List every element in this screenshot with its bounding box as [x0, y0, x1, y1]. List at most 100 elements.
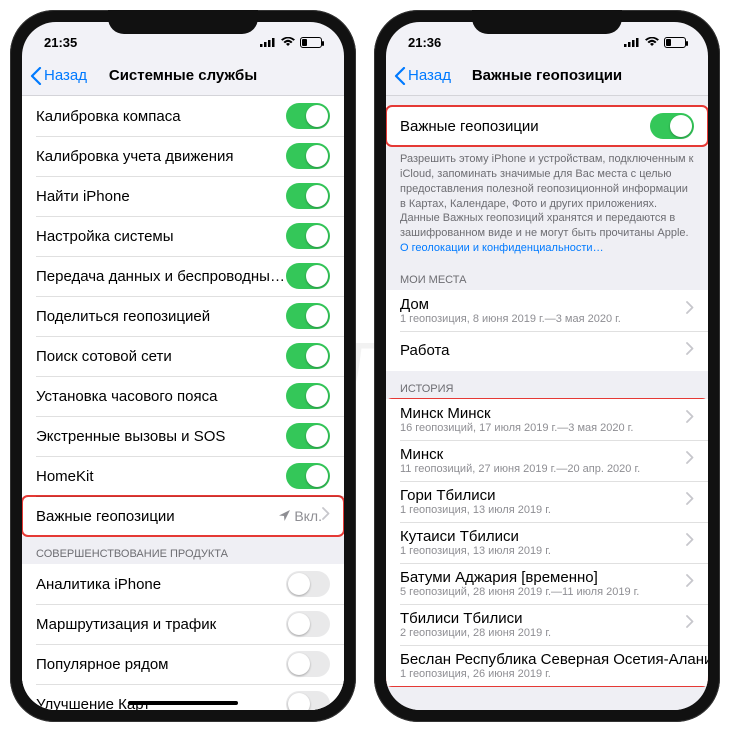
chevron-right-icon — [686, 492, 694, 510]
row-label: Найти iPhone — [36, 188, 286, 205]
battery-icon — [664, 37, 686, 48]
row-label: Экстренные вызовы и SOS — [36, 428, 286, 445]
row-subtitle: 16 геопозиций, 17 июля 2019 г.—3 мая 202… — [400, 422, 686, 434]
list-item[interactable]: Батуми Аджария [временно]5 геопозиций, 2… — [386, 563, 708, 604]
chevron-right-icon — [686, 615, 694, 633]
chevron-right-icon — [686, 301, 694, 319]
settings-row[interactable]: Калибровка компаса — [22, 96, 344, 136]
settings-row[interactable]: Найти iPhone — [22, 176, 344, 216]
toggle-switch[interactable] — [286, 303, 330, 329]
phone-left: 21:35 Назад Системные службы Калибровка … — [10, 10, 356, 722]
toggle-switch[interactable] — [286, 343, 330, 369]
toggle-switch[interactable] — [286, 103, 330, 129]
row-label: Маршрутизация и трафик — [36, 616, 286, 633]
back-label: Назад — [44, 67, 87, 84]
chevron-right-icon — [686, 342, 694, 360]
toggle-switch[interactable] — [286, 691, 330, 710]
back-label: Назад — [408, 67, 451, 84]
history-list: Минск Минск16 геопозиций, 17 июля 2019 г… — [386, 399, 708, 686]
chevron-right-icon — [686, 574, 694, 592]
settings-row[interactable]: Передача данных и беспроводные… — [22, 256, 344, 296]
row-label: Тбилиси Тбилиси — [400, 610, 686, 627]
nav-bar: Назад Важные геопозиции — [386, 56, 708, 96]
toggle-switch[interactable] — [286, 143, 330, 169]
section-header: МОИ МЕСТА — [386, 262, 708, 290]
list-item[interactable]: Дом1 геопозиция, 8 июня 2019 г.—3 мая 20… — [386, 290, 708, 331]
row-subtitle: 2 геопозиции, 28 июня 2019 г. — [400, 627, 686, 639]
notch — [472, 10, 622, 34]
home-indicator[interactable] — [128, 701, 238, 705]
row-label: Поиск сотовой сети — [36, 348, 286, 365]
list-item[interactable]: Минск Минск16 геопозиций, 17 июля 2019 г… — [386, 399, 708, 440]
toggle-switch[interactable] — [286, 183, 330, 209]
row-label: Популярное рядом — [36, 656, 286, 673]
row-label: Минск Минск — [400, 405, 686, 422]
phone-right: 21:36 Назад Важные геопозиции Важные гео… — [374, 10, 720, 722]
settings-row[interactable]: Калибровка учета движения — [22, 136, 344, 176]
list-item[interactable]: Работа — [386, 331, 708, 371]
toggle-switch[interactable] — [286, 423, 330, 449]
row-label: Установка часового пояса — [36, 388, 286, 405]
chevron-right-icon — [686, 533, 694, 551]
settings-row[interactable]: Важные геопозицииВкл. — [22, 496, 344, 536]
settings-row[interactable]: Аналитика iPhone — [22, 564, 344, 604]
list-item[interactable]: Минск11 геопозиций, 27 июня 2019 г.—20 а… — [386, 440, 708, 481]
back-button[interactable]: Назад — [386, 67, 451, 85]
row-label: Беслан Республика Северная Осетия-Алания — [400, 651, 708, 668]
row-subtitle: 1 геопозиция, 13 июля 2019 г. — [400, 545, 686, 557]
settings-row[interactable]: Важные геопозиции — [386, 106, 708, 146]
row-value: Вкл. — [279, 508, 322, 524]
chevron-right-icon — [322, 507, 330, 525]
signal-icon — [624, 35, 640, 50]
row-label: Батуми Аджария [временно] — [400, 569, 686, 586]
wifi-icon — [645, 35, 659, 50]
settings-row[interactable]: Улучшение Карт — [22, 684, 344, 710]
row-label: Дом — [400, 296, 686, 313]
privacy-link[interactable]: О геолокации и конфиденциальности… — [400, 242, 604, 254]
settings-row[interactable]: Популярное рядом — [22, 644, 344, 684]
toggle-switch[interactable] — [286, 651, 330, 677]
location-icon — [279, 508, 290, 524]
back-button[interactable]: Назад — [22, 67, 87, 85]
row-label: Важные геопозиции — [400, 118, 650, 135]
row-label: Настройка системы — [36, 228, 286, 245]
chevron-right-icon — [686, 410, 694, 428]
section-header: ИСТОРИЯ — [386, 371, 708, 399]
signal-icon — [260, 35, 276, 50]
status-time: 21:36 — [408, 35, 441, 50]
row-subtitle: 5 геопозиций, 28 июня 2019 г.—11 июля 20… — [400, 586, 686, 598]
row-subtitle: 1 геопозиция, 13 июля 2019 г. — [400, 504, 686, 516]
row-label: HomeKit — [36, 468, 286, 485]
list-item[interactable]: Кутаиси Тбилиси1 геопозиция, 13 июля 201… — [386, 522, 708, 563]
list-item[interactable]: Тбилиси Тбилиси2 геопозиции, 28 июня 201… — [386, 604, 708, 645]
row-label: Передача данных и беспроводные… — [36, 268, 286, 285]
row-label: Кутаиси Тбилиси — [400, 528, 686, 545]
chevron-right-icon — [686, 451, 694, 469]
settings-row[interactable]: Поиск сотовой сети — [22, 336, 344, 376]
status-time: 21:35 — [44, 35, 77, 50]
settings-row[interactable]: Экстренные вызовы и SOS — [22, 416, 344, 456]
row-label: Поделиться геопозицией — [36, 308, 286, 325]
row-label: Аналитика iPhone — [36, 576, 286, 593]
settings-row[interactable]: Установка часового пояса — [22, 376, 344, 416]
list-item[interactable]: Гори Тбилиси1 геопозиция, 13 июля 2019 г… — [386, 481, 708, 522]
settings-row[interactable]: Поделиться геопозицией — [22, 296, 344, 336]
row-label: Важные геопозиции — [36, 508, 279, 525]
settings-row[interactable]: Маршрутизация и трафик — [22, 604, 344, 644]
wifi-icon — [281, 35, 295, 50]
row-subtitle: 1 геопозиция, 26 июня 2019 г. — [400, 668, 708, 680]
toggle-switch[interactable] — [650, 113, 694, 139]
toggle-switch[interactable] — [286, 463, 330, 489]
battery-icon — [300, 37, 322, 48]
row-label: Работа — [400, 342, 686, 359]
settings-row[interactable]: HomeKit — [22, 456, 344, 496]
nav-bar: Назад Системные службы — [22, 56, 344, 96]
toggle-switch[interactable] — [286, 611, 330, 637]
description-text: Разрешить этому iPhone и устройствам, по… — [386, 146, 708, 262]
toggle-switch[interactable] — [286, 223, 330, 249]
toggle-switch[interactable] — [286, 383, 330, 409]
toggle-switch[interactable] — [286, 263, 330, 289]
list-item[interactable]: Беслан Республика Северная Осетия-Алания… — [386, 645, 708, 686]
toggle-switch[interactable] — [286, 571, 330, 597]
settings-row[interactable]: Настройка системы — [22, 216, 344, 256]
